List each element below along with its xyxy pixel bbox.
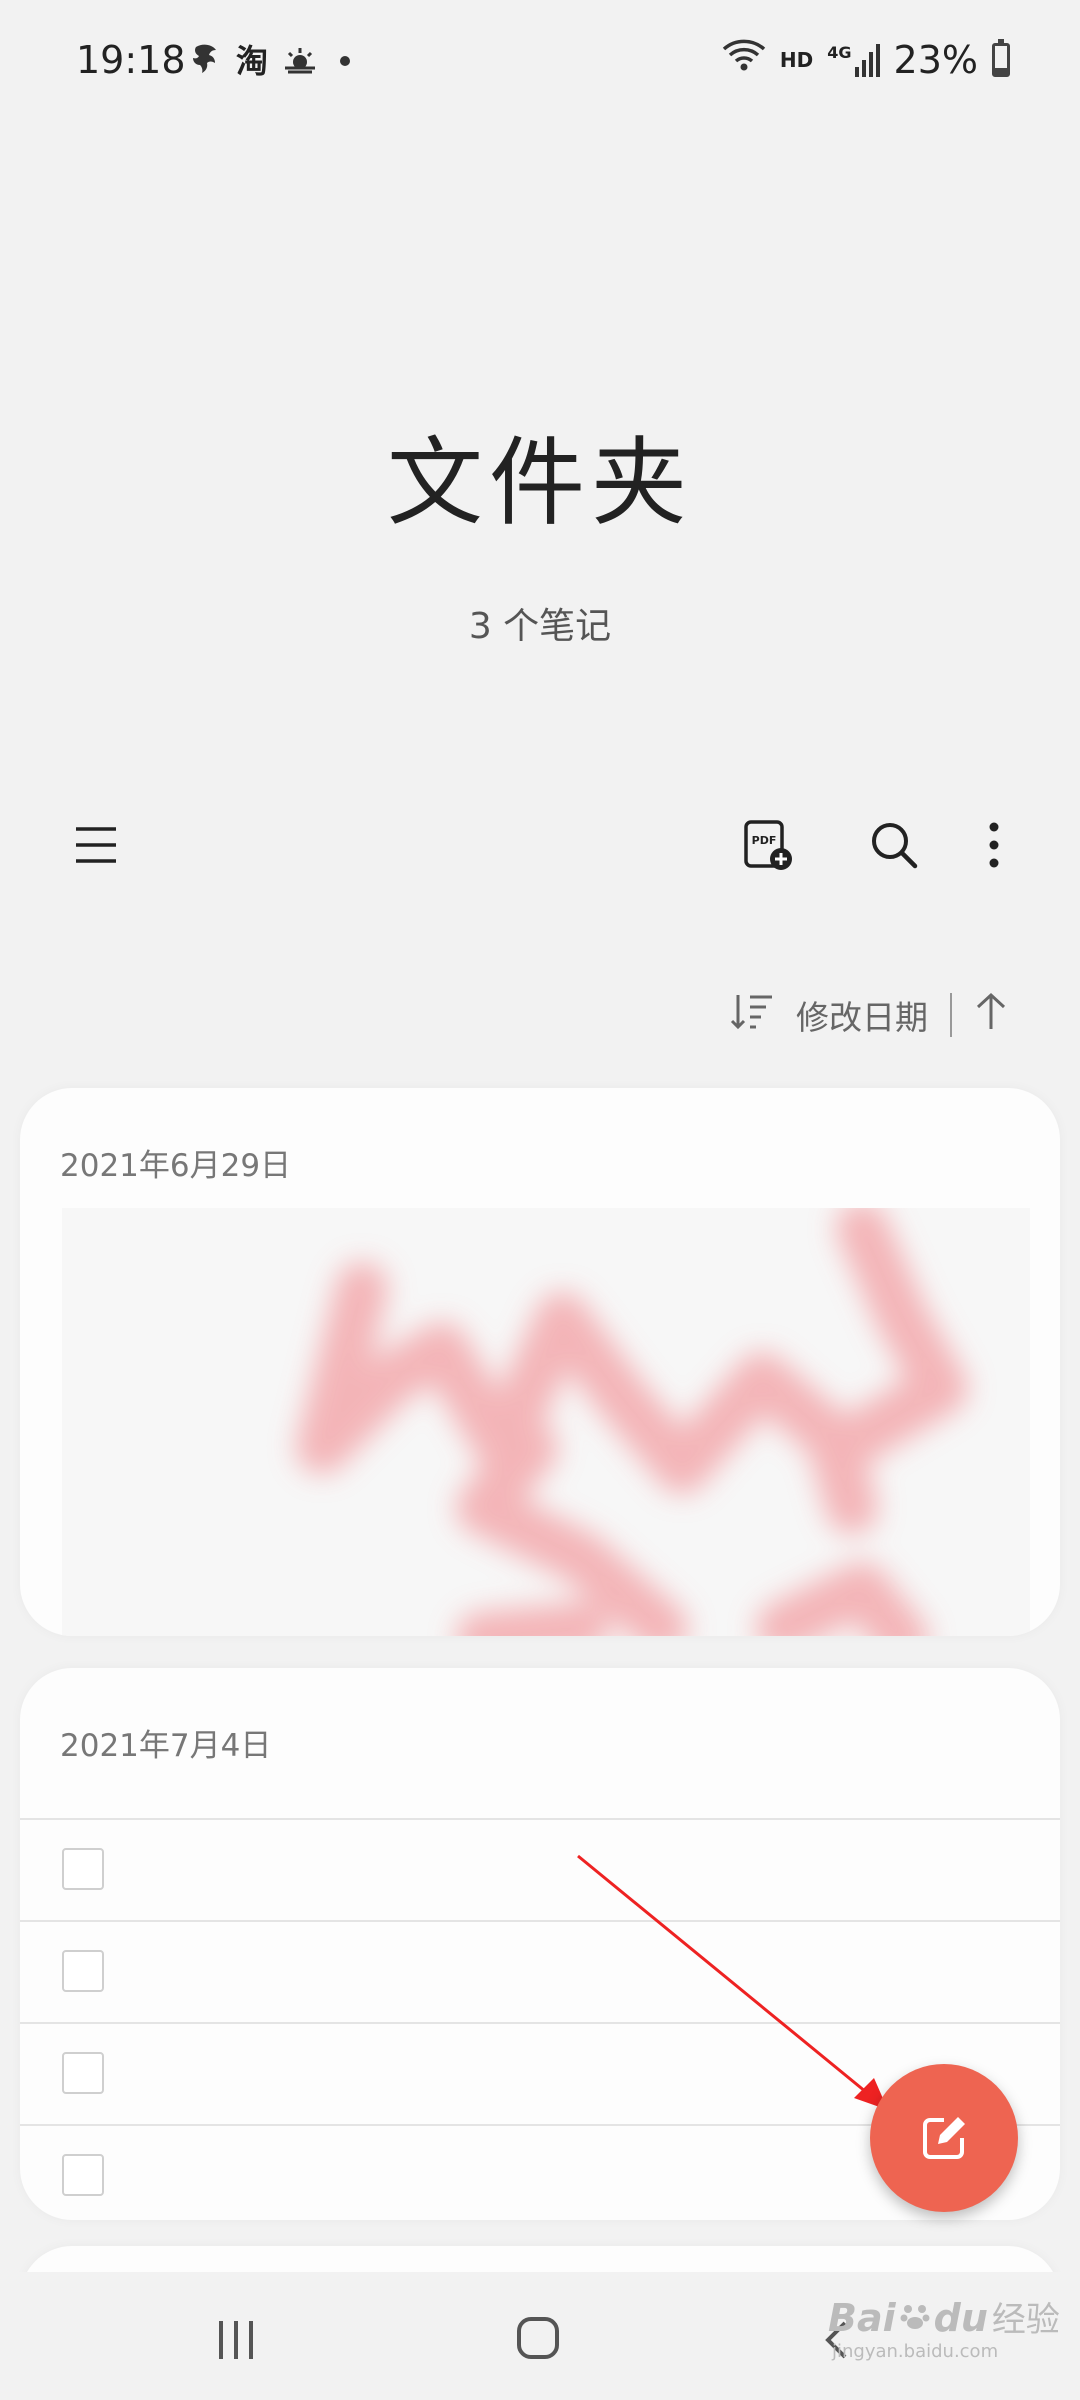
status-right-group: HD 4G 23% [722,38,1010,82]
pdf-icon-text: PDF [752,834,777,847]
network-4g-label: 4G [827,43,852,62]
checkbox[interactable] [62,1950,104,1992]
sort-lines-icon [730,995,772,1030]
watermark-logo: Bai du 经验 [828,2292,1068,2341]
pdf-add-icon: PDF [744,820,792,870]
home-icon [517,2317,559,2359]
search-icon [872,823,918,869]
annotation-arrow [577,1854,889,2112]
taobao-icon: 淘 [235,42,268,80]
app-notification-icon [186,40,226,78]
notification-dot [340,56,350,66]
home-button[interactable] [498,2302,578,2374]
sort-order-button[interactable] [730,991,774,1039]
note-card[interactable]: 2021年6月29日 [20,1088,1060,1636]
menu-button[interactable] [54,810,138,880]
recent-apps-button[interactable] [196,2306,276,2374]
more-vertical-icon [989,822,999,868]
status-time: 19:18 [76,38,186,82]
battery-level-fill [995,67,1007,74]
pdf-export-button[interactable]: PDF [730,806,806,884]
status-bar: 19:18 淘 HD 4G 23% [0,0,1080,120]
sort-by-label[interactable]: 修改日期 [796,991,928,1039]
note-count: 3 个笔记 [468,606,612,647]
hamburger-menu-icon [76,827,116,863]
weather-icon [280,40,320,78]
note-drawing-preview [62,1202,1030,1636]
watermark-brand: Bai [828,2296,896,2340]
battery-percent: 23% [893,38,978,82]
checkbox[interactable] [62,2154,104,2196]
arrow-up-icon [976,992,1006,1029]
sort-row: 修改日期 [730,980,1008,1050]
watermark-cn: 经验 [991,2300,1060,2340]
recent-apps-icon [219,2321,253,2359]
search-button[interactable] [856,806,932,884]
red-scribble-drawing [296,1202,968,1636]
sort-direction-button[interactable] [974,991,1008,1039]
navigation-bar: Bai du 经验 jingyan.baidu.com [0,2272,1080,2400]
checkbox[interactable] [62,1848,104,1890]
note-date: 2021年6月29日 [60,1148,292,1184]
more-options-button[interactable] [964,806,1024,884]
signal-icon: 4G [827,43,880,77]
paw-icon [900,2296,930,2340]
watermark: Bai du 经验 jingyan.baidu.com [828,2292,1068,2392]
page-title: 文件夹 [387,427,693,539]
sort-divider [950,993,952,1037]
battery-icon [992,39,1010,77]
watermark-url: jingyan.baidu.com [832,2341,999,2362]
note-date: 2021年7月4日 [60,1728,272,1764]
new-note-fab[interactable] [870,2064,1018,2212]
checkbox[interactable] [62,2052,104,2094]
wifi-icon [722,38,766,82]
hd-indicator: HD [779,48,814,72]
compose-note-icon [923,2117,965,2159]
watermark-brand-suffix: du [933,2296,988,2340]
